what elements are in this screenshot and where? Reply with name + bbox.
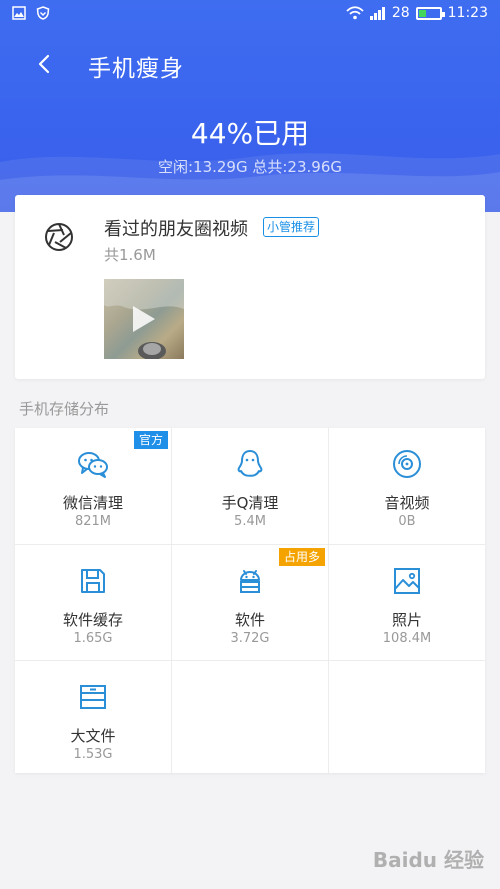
storage-item-app-cache[interactable]: 软件缓存 1.65G — [15, 545, 171, 660]
storage-item-qq[interactable]: 手Q清理 5.4M — [172, 428, 328, 544]
storage-item-size: 3.72G — [230, 631, 270, 646]
storage-item-size: 1.53G — [73, 747, 113, 762]
video-thumbnail[interactable] — [104, 279, 184, 359]
storage-item-size: 1.65G — [73, 631, 113, 646]
signal-strength: 28 — [391, 5, 410, 21]
storage-item-name: 手Q清理 — [221, 494, 279, 512]
clock: 11:23 — [447, 5, 488, 21]
wechat-icon — [78, 452, 108, 478]
gallery-notification-icon — [12, 6, 26, 20]
badge-heavy-usage: 占用多 — [278, 548, 325, 566]
section-storage-distribution: 手机存储分布 — [19, 400, 110, 418]
back-button[interactable] — [28, 48, 60, 80]
battery-level — [418, 9, 426, 17]
qq-icon — [237, 450, 263, 477]
status-bar: 28 11:23 — [0, 0, 500, 30]
storage-item-wechat[interactable]: 官方 微信清理 821M — [15, 428, 171, 544]
image-icon — [394, 568, 420, 594]
shield-notification-icon — [36, 6, 50, 20]
save-icon — [81, 569, 105, 593]
storage-item-size: 0B — [398, 514, 416, 529]
header-banner: 28 11:23 手机瘦身 44%已用 空闲:13.29G 总共:23.96G — [0, 0, 500, 212]
storage-item-photos[interactable]: 照片 108.4M — [329, 545, 485, 660]
storage-item-size: 821M — [74, 514, 112, 529]
cell-signal-icon — [369, 7, 385, 20]
page-title: 手机瘦身 — [88, 56, 184, 82]
archive-icon — [80, 685, 106, 709]
badge-official: 官方 — [133, 431, 168, 449]
android-icon — [240, 570, 260, 593]
storage-item-name: 大文件 — [70, 727, 116, 745]
storage-item-name: 软件 — [234, 611, 265, 629]
top-bar: 手机瘦身 — [0, 42, 500, 86]
recommendation-title: 看过的朋友圈视频 — [104, 219, 248, 240]
storage-item-media[interactable]: 音视频 0B — [329, 428, 485, 544]
recommendation-tag: 小管推荐 — [263, 217, 320, 237]
storage-item-name: 微信清理 — [62, 494, 123, 512]
chevron-left-icon — [38, 54, 50, 74]
watermark-logo: Baidu 经验 — [372, 848, 484, 872]
storage-usage-detail: 空闲:13.29G 总共:23.96G — [157, 158, 342, 176]
storage-item-apps[interactable]: 占用多 软件 3.72G — [172, 545, 328, 660]
disc-icon — [393, 450, 421, 478]
storage-item-large-files[interactable]: 大文件 1.53G — [15, 661, 171, 773]
wifi-icon — [346, 6, 364, 20]
storage-item-name: 照片 — [391, 611, 422, 629]
storage-usage-percent: 44%已用 — [190, 117, 310, 150]
storage-item-name: 音视频 — [384, 494, 430, 512]
recommendation-card[interactable]: 看过的朋友圈视频 小管推荐 共1.6M — [15, 195, 485, 379]
play-icon — [133, 306, 155, 332]
storage-grid: 官方 微信清理 821M 手Q清理 5.4M 音视频 0B 软件缓存 1.65G… — [15, 428, 485, 773]
recommendation-size: 共1.6M — [104, 246, 156, 264]
storage-item-name: 软件缓存 — [62, 611, 123, 629]
storage-item-size: 108.4M — [382, 631, 432, 646]
shutter-icon — [45, 223, 73, 251]
storage-item-size: 5.4M — [234, 514, 266, 529]
battery-icon — [415, 6, 445, 20]
